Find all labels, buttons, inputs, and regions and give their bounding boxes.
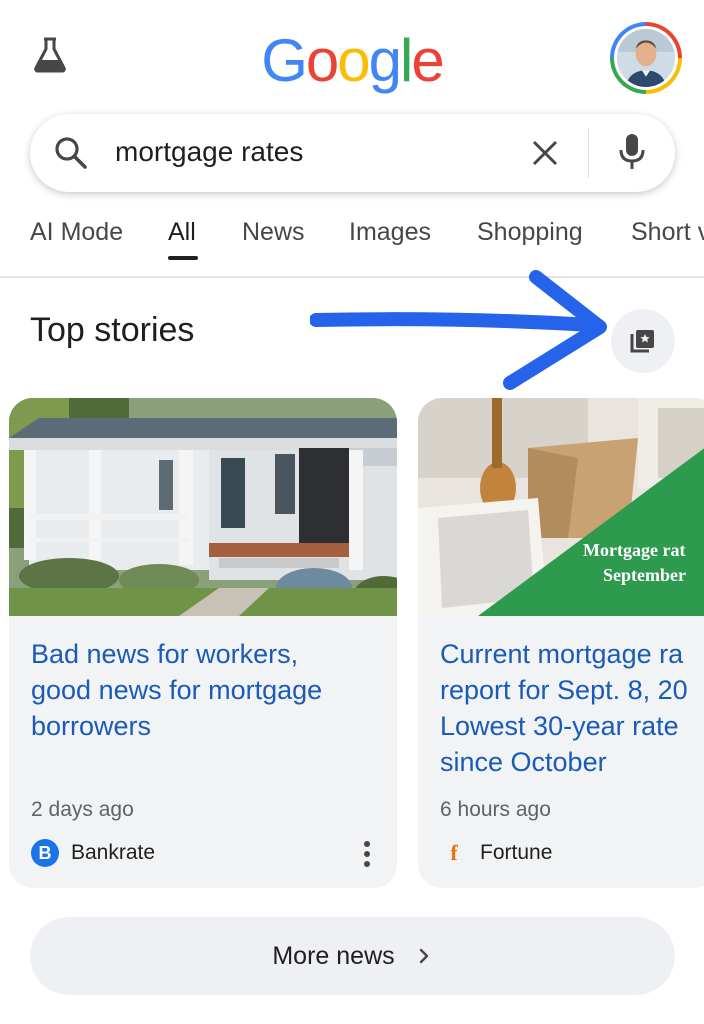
tab-short-videos[interactable]: Short v — [631, 218, 704, 247]
card-source[interactable]: B Bankrate — [31, 838, 155, 868]
card-headline[interactable]: Bad news for workers, good news for mort… — [31, 636, 391, 744]
chevron-right-icon — [419, 948, 428, 964]
active-tab-indicator — [168, 256, 198, 260]
tab-ai-mode[interactable]: AI Mode — [30, 218, 123, 247]
close-icon[interactable] — [528, 136, 562, 170]
card-timestamp: 2 days ago — [31, 798, 134, 821]
house-photo — [9, 398, 397, 616]
news-card[interactable]: Bad news for workers, good news for mort… — [9, 398, 397, 888]
top-bar: Google — [0, 0, 704, 110]
tab-all[interactable]: All — [168, 218, 196, 247]
tab-images[interactable]: Images — [349, 218, 431, 247]
annotation-arrow — [310, 270, 607, 390]
logo-letter: o — [305, 27, 339, 94]
search-bar[interactable]: mortgage rates — [30, 114, 675, 192]
section-title: Top stories — [30, 311, 195, 349]
logo-letter: o — [337, 27, 370, 94]
more-vert-icon[interactable] — [363, 840, 371, 868]
google-logo[interactable]: Google — [0, 26, 704, 95]
card-source[interactable]: f Fortune — [440, 838, 552, 868]
search-tabs: AI Mode All News Images Shopping Short v — [0, 210, 704, 278]
save-stories-button[interactable] — [611, 309, 675, 373]
avatar-person-icon — [617, 29, 675, 87]
tab-news[interactable]: News — [242, 218, 305, 247]
logo-letter: e — [411, 27, 444, 94]
logo-letter: l — [400, 27, 413, 94]
search-icon[interactable] — [52, 134, 90, 172]
avatar-frame — [614, 26, 678, 90]
source-name: Bankrate — [71, 841, 156, 864]
avatar[interactable] — [610, 22, 682, 94]
card-timestamp: 6 hours ago — [440, 798, 551, 821]
logo-letter: G — [261, 27, 308, 94]
logo-letter: g — [368, 27, 402, 94]
more-news-button[interactable]: More news — [30, 917, 675, 995]
search-input[interactable]: mortgage rates — [115, 136, 303, 168]
overlay-text: Mortgage rat — [583, 540, 685, 560]
card-headline[interactable]: Current mortgage ra report for Sept. 8, … — [440, 636, 704, 780]
mic-icon[interactable] — [616, 132, 648, 172]
overlay-text: September — [603, 565, 686, 585]
more-news-label: More news — [272, 941, 395, 970]
moving-boxes-photo: Mortgage rat September — [418, 398, 704, 616]
source-name: Fortune — [480, 841, 553, 864]
fortune-logo-icon: f — [450, 840, 458, 865]
bookmark-collection-icon — [630, 330, 654, 353]
avatar-photo — [617, 29, 675, 87]
search-divider — [588, 128, 589, 178]
bankrate-logo-icon: B — [31, 839, 59, 867]
card-thumbnail-house — [9, 398, 397, 616]
news-card[interactable]: Mortgage rat September Current mortgage … — [418, 398, 704, 888]
tab-shopping[interactable]: Shopping — [477, 218, 583, 247]
card-thumbnail-moving: Mortgage rat September — [418, 398, 704, 616]
